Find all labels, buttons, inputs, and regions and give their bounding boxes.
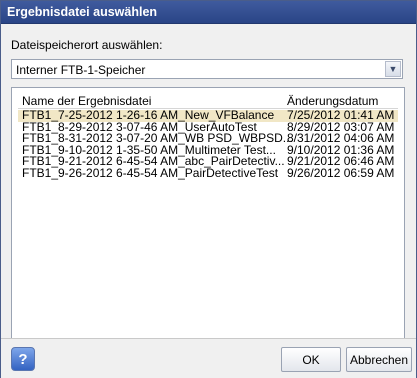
button-bar: ? OK Abbrechen (1, 338, 416, 378)
chevron-down-icon[interactable]: ▼ (385, 61, 401, 77)
location-dropdown[interactable]: Interner FTB-1-Speicher ▼ (11, 59, 403, 79)
result-file-list[interactable]: Name der Ergebnisdatei Änderungsdatum FT… (11, 87, 405, 367)
ok-button[interactable]: OK (281, 347, 341, 372)
dialog-body: Dateispeicherort auswählen: Interner FTB… (1, 24, 416, 367)
location-value: Interner FTB-1-Speicher (16, 63, 146, 77)
column-header-name[interactable]: Name der Ergebnisdatei (22, 94, 151, 108)
help-button[interactable]: ? (11, 347, 35, 371)
list-item[interactable]: FTB1_9-26-2012 6-45-54 AM_PairDetectiveT… (18, 165, 398, 180)
file-date: 9/26/2012 06:59 AM (287, 165, 395, 180)
select-result-file-dialog: Ergebnisdatei auswählen Dateispeicherort… (0, 0, 417, 378)
cancel-button[interactable]: Abbrechen (346, 347, 412, 372)
list-rows: FTB1_7-25-2012 1-26-16 AM_New_VFBalance … (18, 109, 398, 180)
dialog-title: Ergebnisdatei auswählen (1, 1, 416, 24)
location-label: Dateispeicherort auswählen: (11, 38, 163, 52)
file-name: FTB1_9-26-2012 6-45-54 AM_PairDetectiveT… (22, 165, 279, 180)
column-header-date[interactable]: Änderungsdatum (287, 94, 378, 108)
list-header: Name der Ergebnisdatei Änderungsdatum (18, 94, 398, 109)
